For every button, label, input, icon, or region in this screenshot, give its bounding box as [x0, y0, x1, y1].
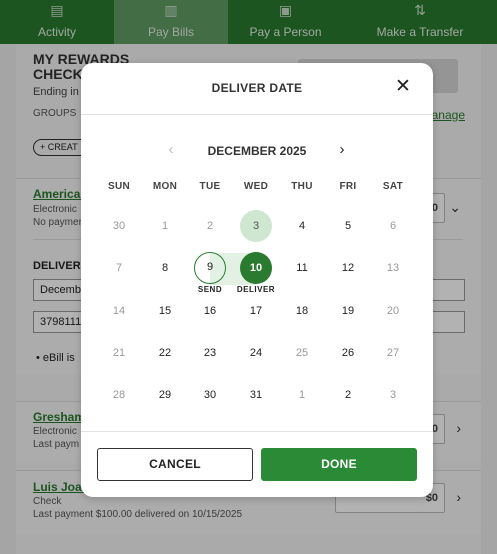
day-cell[interactable]: 26 [332, 337, 364, 369]
done-button[interactable]: DONE [261, 448, 417, 481]
send-date-cell[interactable]: 9 [194, 252, 226, 284]
day-cell[interactable]: 30 [194, 379, 226, 411]
day-cell: 30 [112, 220, 126, 232]
day-cell: 2 [206, 220, 214, 232]
dialog-title: DELIVER DATE [211, 81, 303, 95]
day-cell: 27 [386, 347, 400, 359]
day-cell: 25 [295, 347, 309, 359]
weekday-header: FRI [339, 181, 357, 192]
day-cell[interactable]: 5 [332, 210, 364, 242]
weekday-header: THU [291, 181, 313, 192]
day-cell: 21 [112, 347, 126, 359]
chevron-right-icon[interactable]: › [332, 140, 352, 160]
deliver-date-cell[interactable]: 10 [240, 252, 272, 284]
day-cell: 6 [389, 220, 397, 232]
day-cell: 20 [386, 305, 400, 317]
close-icon[interactable]: ✕ [393, 77, 413, 97]
day-cell[interactable]: 11 [286, 252, 318, 284]
day-cell[interactable]: 15 [149, 295, 181, 327]
deliver-tag: DELIVER [236, 285, 276, 294]
day-cell[interactable]: 4 [286, 210, 318, 242]
day-cell: 1 [298, 389, 306, 401]
day-cell[interactable]: 29 [149, 379, 181, 411]
weekday-header: TUE [199, 181, 221, 192]
day-cell[interactable]: 31 [240, 379, 272, 411]
day-cell: 14 [112, 305, 126, 317]
day-cell: 13 [386, 262, 400, 274]
weekday-header: SUN [107, 181, 130, 192]
deliver-date-dialog: DELIVER DATE ✕ ‹ DECEMBER 2025 › SUN MON T… [81, 63, 433, 497]
day-cell[interactable]: 22 [149, 337, 181, 369]
day-cell[interactable]: 12 [332, 252, 364, 284]
today-date-cell[interactable]: 3 [240, 210, 272, 242]
day-cell[interactable]: 23 [194, 337, 226, 369]
day-cell: 28 [112, 389, 126, 401]
day-cell[interactable]: 16 [194, 295, 226, 327]
day-cell: 3 [389, 389, 397, 401]
divider [81, 431, 433, 432]
day-cell[interactable]: 17 [240, 295, 272, 327]
day-cell[interactable]: 8 [149, 252, 181, 284]
weekday-header: WED [243, 181, 269, 192]
month-label: DECEMBER 2025 [207, 144, 307, 158]
day-cell[interactable]: 19 [332, 295, 364, 327]
weekday-header: MON [152, 181, 178, 192]
day-cell: 7 [115, 262, 123, 274]
weekday-header: SAT [382, 181, 404, 192]
divider [81, 114, 433, 115]
day-cell[interactable]: 24 [240, 337, 272, 369]
day-cell[interactable]: 2 [332, 379, 364, 411]
day-cell[interactable]: 18 [286, 295, 318, 327]
cancel-button[interactable]: CANCEL [97, 448, 253, 481]
day-cell: 1 [161, 220, 169, 232]
